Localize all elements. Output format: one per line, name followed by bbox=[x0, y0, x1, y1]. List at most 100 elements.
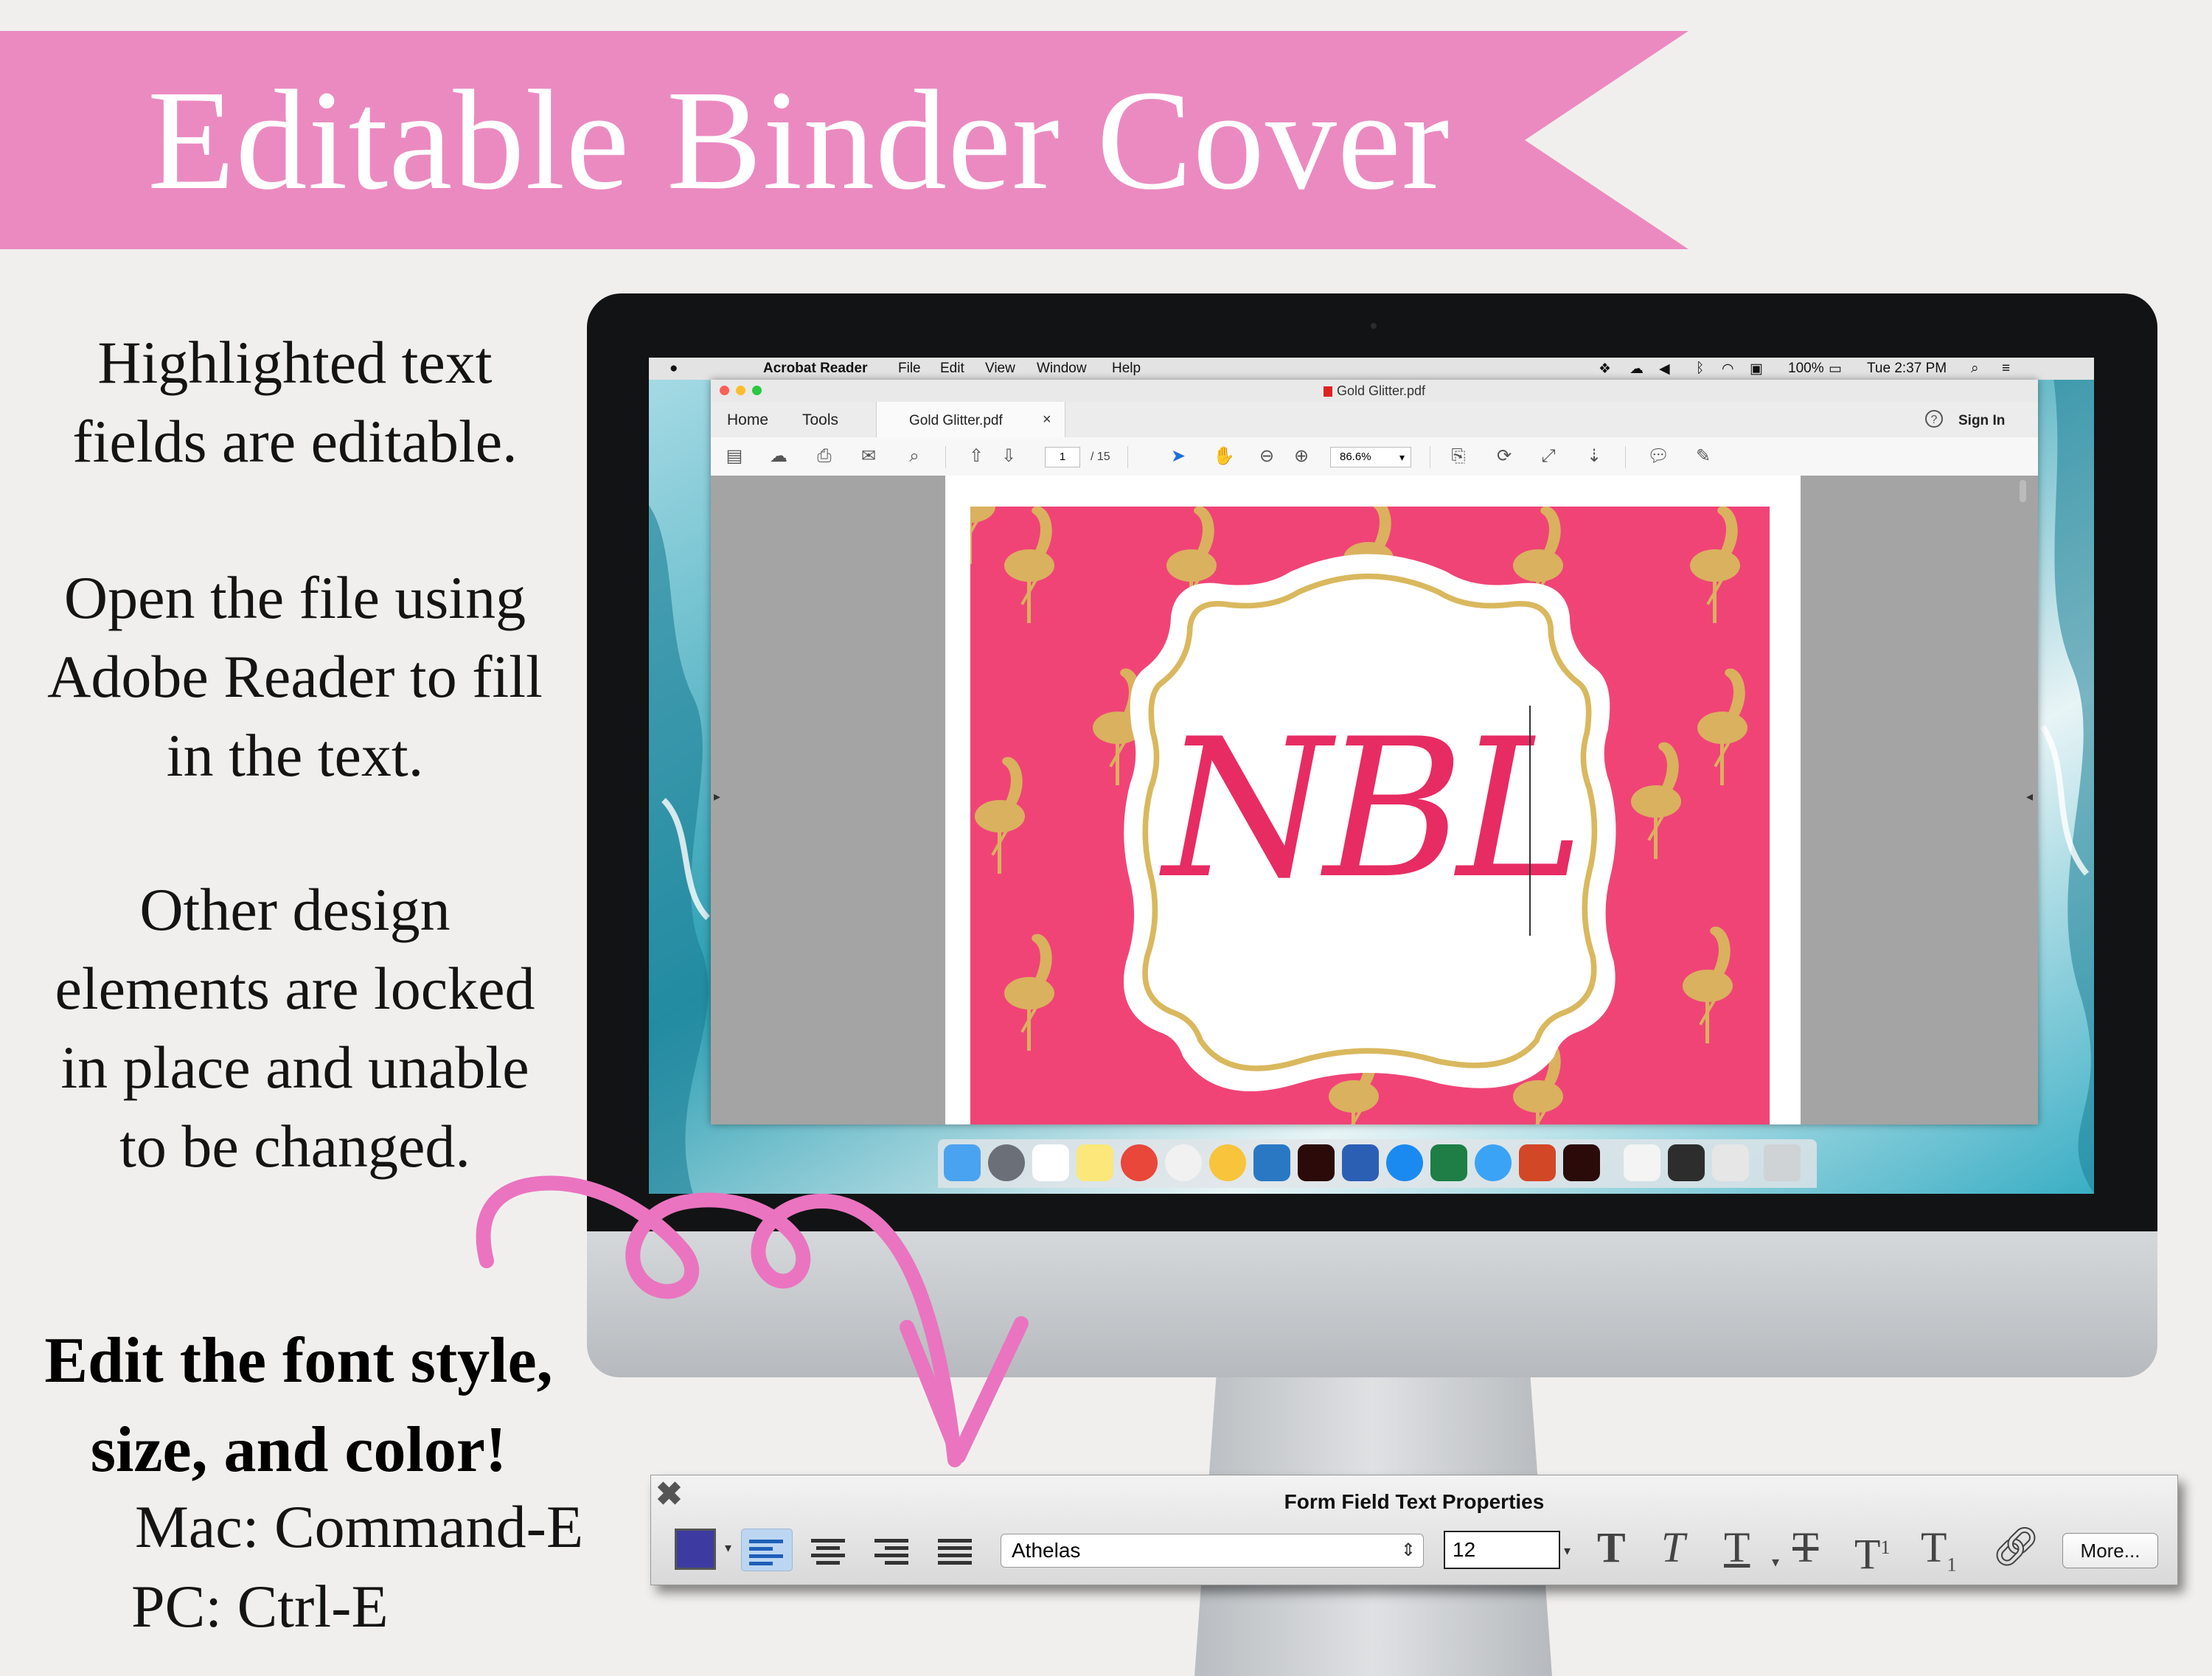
superscript-icon[interactable]: T1 bbox=[1854, 1526, 1890, 1576]
search-icon[interactable]: ⌕ bbox=[904, 447, 925, 466]
text-cursor bbox=[1529, 706, 1531, 936]
camera-dot bbox=[1371, 323, 1377, 329]
menu-window[interactable]: Window bbox=[1037, 361, 1087, 377]
justify-button[interactable] bbox=[931, 1529, 982, 1571]
chevron-down-icon: ▾ bbox=[1399, 451, 1405, 463]
link-icon[interactable]: 🔗︎ bbox=[1992, 1526, 2040, 1570]
italic-icon[interactable]: T bbox=[1661, 1526, 1685, 1570]
align-right-button[interactable] bbox=[867, 1529, 919, 1571]
page-number-input[interactable]: 1 bbox=[1045, 447, 1080, 467]
text-color-swatch[interactable] bbox=[675, 1529, 716, 1570]
hand-tool-icon[interactable]: ✋ bbox=[1213, 447, 1235, 466]
spotlight-icon[interactable]: ⌕ bbox=[1971, 361, 1979, 377]
apple-icon[interactable]: ● bbox=[669, 361, 678, 377]
app-store-icon[interactable] bbox=[1386, 1144, 1423, 1181]
recent-files-icon[interactable] bbox=[1712, 1144, 1749, 1181]
fit-page-icon[interactable]: ⎘ bbox=[1448, 447, 1469, 466]
display-icon[interactable]: ▣ bbox=[1750, 361, 1763, 378]
finder-icon[interactable] bbox=[944, 1144, 981, 1181]
sign-in-link[interactable]: Sign In bbox=[1958, 413, 2005, 429]
tab-document[interactable]: Gold Glitter.pdf × bbox=[876, 402, 1065, 437]
form-field-text-properties-panel: ✖ Form Field Text Properties ▾ Athelas ⇕ … bbox=[650, 1475, 2178, 1585]
upload-cloud-icon[interactable]: ☁ bbox=[768, 447, 789, 466]
chevron-down-icon[interactable]: ▾ bbox=[1564, 1543, 1571, 1559]
menu-file[interactable]: File bbox=[898, 361, 921, 377]
font-family-select[interactable]: Athelas ⇕ bbox=[1001, 1534, 1424, 1568]
launchpad-icon[interactable] bbox=[988, 1144, 1025, 1181]
volume-icon[interactable]: ◀ bbox=[1659, 361, 1670, 378]
acrobat-window: Gold Glitter.pdf Home Tools Gold Glitter… bbox=[711, 380, 2038, 1124]
rotate-icon[interactable]: ⟳ bbox=[1494, 447, 1514, 466]
battery-icon[interactable]: ▭ bbox=[1829, 361, 1842, 378]
creative-cloud-icon[interactable]: ☁ bbox=[1630, 361, 1644, 378]
battery-percent: 100% bbox=[1788, 361, 1824, 376]
chrome-icon[interactable] bbox=[1121, 1144, 1158, 1181]
save-icon[interactable]: ▤ bbox=[724, 447, 745, 466]
underline-icon[interactable]: T bbox=[1724, 1526, 1750, 1570]
powerpoint-icon[interactable] bbox=[1519, 1144, 1556, 1181]
itunes-icon[interactable] bbox=[1165, 1144, 1202, 1181]
previous-page-icon[interactable]: ⇧ bbox=[966, 447, 987, 466]
banner-title: Editable Binder Cover bbox=[147, 60, 1450, 219]
instruction-editable-fields: Highlighted text fields are editable. bbox=[72, 329, 518, 475]
tab-tools[interactable]: Tools bbox=[802, 411, 838, 429]
menu-app-name[interactable]: Acrobat Reader bbox=[763, 361, 868, 377]
bold-icon[interactable]: T bbox=[1597, 1526, 1626, 1570]
zoom-select[interactable]: 86.6% ▾ bbox=[1330, 447, 1411, 467]
trash-icon[interactable] bbox=[1764, 1144, 1801, 1181]
calendar-icon[interactable] bbox=[1032, 1144, 1069, 1181]
subscript-icon[interactable]: T1 bbox=[1921, 1526, 1956, 1588]
documents-icon[interactable] bbox=[1624, 1144, 1660, 1181]
word-icon[interactable] bbox=[1342, 1144, 1379, 1181]
chevron-down-icon[interactable]: ▾ bbox=[725, 1540, 731, 1556]
full-screen-icon[interactable]: ⤢ bbox=[1538, 447, 1559, 466]
photos-icon[interactable] bbox=[1209, 1144, 1246, 1181]
binder-cover-design: NBL bbox=[970, 507, 1770, 1124]
acrobat-icon[interactable] bbox=[1298, 1144, 1335, 1181]
align-center-button[interactable] bbox=[804, 1529, 855, 1571]
excel-icon[interactable] bbox=[1430, 1144, 1467, 1181]
monogram-text-field[interactable]: NBL bbox=[970, 698, 1770, 921]
comment-icon[interactable]: 💬︎ bbox=[1647, 447, 1669, 466]
right-panel-toggle-icon[interactable]: ◂ bbox=[2026, 789, 2033, 804]
menu-help[interactable]: Help bbox=[1112, 361, 1141, 377]
document-viewport[interactable]: ▸ ◂ NBL bbox=[711, 476, 2038, 1124]
notification-list-icon[interactable]: ≡ bbox=[2002, 361, 2010, 377]
pen-icon[interactable]: ✎ bbox=[1693, 447, 1714, 466]
strikethrough-icon[interactable]: T bbox=[1792, 1526, 1818, 1570]
wifi-icon[interactable]: ◠ bbox=[1722, 361, 1734, 378]
acrobat-toolbar: ▤ ☁ ⎙ ✉ ⌕ ⇧ ⇩ 1 / 15 ➤ ✋ ⊖ ⊕ 86.6% ▾ ⎘ ⟳ … bbox=[711, 437, 2038, 476]
font-size-input[interactable]: 12 bbox=[1444, 1531, 1560, 1569]
page-total: / 15 bbox=[1091, 451, 1110, 463]
monitor-chin bbox=[587, 1231, 2157, 1377]
tab-bar: Home Tools Gold Glitter.pdf × ? Sign In bbox=[711, 402, 2038, 438]
downloads-icon[interactable] bbox=[1668, 1144, 1705, 1181]
tab-close-icon[interactable]: × bbox=[1043, 411, 1051, 428]
more-button[interactable]: More... bbox=[2062, 1533, 2158, 1568]
left-panel-toggle-icon[interactable]: ▸ bbox=[714, 789, 720, 804]
select-cursor-icon[interactable]: ➤ bbox=[1168, 447, 1189, 466]
bluetooth-icon[interactable]: ᛒ bbox=[1696, 361, 1704, 377]
tab-home[interactable]: Home bbox=[727, 411, 768, 429]
messages-icon[interactable] bbox=[1475, 1144, 1512, 1181]
next-page-icon[interactable]: ⇩ bbox=[998, 447, 1019, 466]
chevron-down-icon[interactable]: ▾ bbox=[1772, 1540, 1779, 1585]
zoom-in-icon[interactable]: ⊕ bbox=[1291, 447, 1312, 466]
zoom-out-icon[interactable]: ⊖ bbox=[1256, 447, 1277, 466]
panel-title: Form Field Text Properties bbox=[1284, 1490, 1545, 1513]
align-left-button[interactable] bbox=[741, 1529, 793, 1571]
dropbox-icon[interactable]: ❖ bbox=[1599, 361, 1611, 378]
notes-icon[interactable] bbox=[1077, 1144, 1113, 1181]
menu-edit[interactable]: Edit bbox=[940, 361, 964, 377]
email-icon[interactable]: ✉ bbox=[858, 447, 879, 466]
toolbar-divider bbox=[1127, 446, 1128, 468]
pc-shortcut: PC: Ctrl-E bbox=[131, 1573, 389, 1640]
acrobat-reader-icon[interactable] bbox=[1563, 1144, 1600, 1181]
scroll-mode-icon[interactable]: ⇣ bbox=[1584, 447, 1604, 466]
help-icon[interactable]: ? bbox=[1925, 410, 1943, 428]
menu-clock[interactable]: Tue 2:37 PM bbox=[1867, 361, 1947, 377]
print-icon[interactable]: ⎙ bbox=[814, 447, 835, 466]
scrollbar-thumb[interactable] bbox=[2020, 480, 2026, 502]
app-store-connect-icon[interactable] bbox=[1253, 1144, 1290, 1181]
menu-view[interactable]: View bbox=[985, 361, 1015, 377]
